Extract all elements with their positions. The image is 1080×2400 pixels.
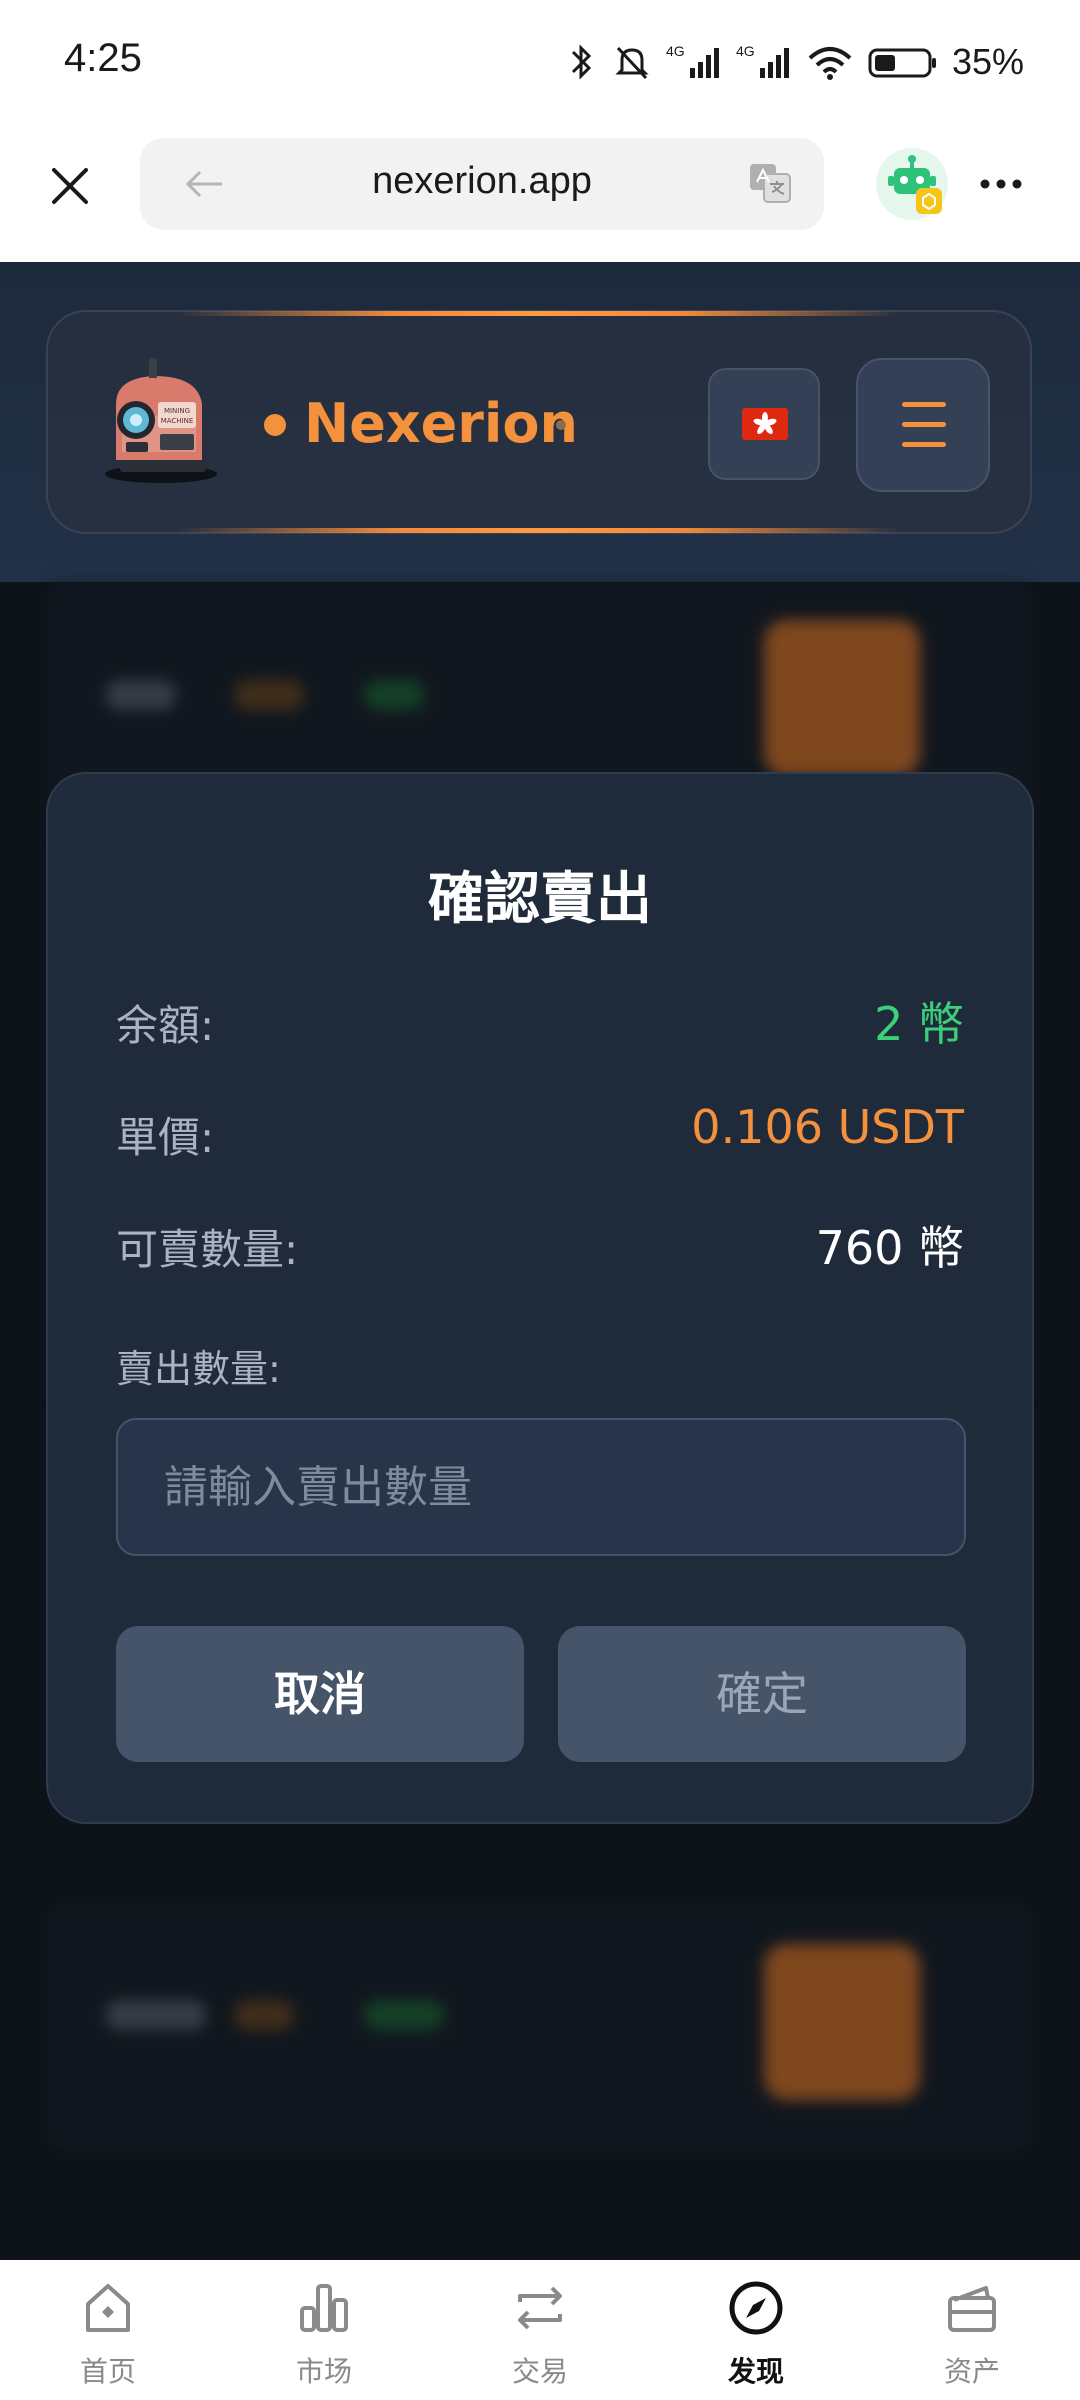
balance-row: 余額: 2 幣 (116, 984, 964, 1051)
quantity-label: 賣出數量: (116, 1347, 281, 1391)
svg-text:MACHINE: MACHINE (161, 417, 194, 425)
brand-dot (264, 414, 286, 436)
compass-icon (729, 2281, 783, 2335)
nav-label: 首页 (79, 2355, 136, 2388)
battery-icon (868, 48, 936, 78)
bottom-nav: 首页 市场 交易 发现 资产 (0, 2260, 1080, 2400)
dialog-title: 確認賣出 (428, 867, 652, 932)
network-label-1: 4G (666, 43, 685, 59)
logo-mining-machine[interactable]: MINING MACHINE (94, 356, 228, 486)
price-row: 單價: 0.106 USDT (116, 1096, 964, 1162)
brand-name: Nexerion (304, 392, 578, 455)
status-icons: 4G 4G 35% (564, 38, 1024, 86)
more-icon[interactable] (978, 164, 1024, 204)
extension-robot-icon[interactable] (876, 148, 948, 220)
price-label: 單價: (116, 1113, 215, 1162)
hong-kong-flag-icon (742, 408, 788, 440)
balance-label: 余額: (116, 1001, 215, 1050)
logo-text: MINING (164, 407, 190, 415)
sellable-label: 可賣數量: (116, 1225, 299, 1274)
balance-value: 2 幣 (874, 997, 964, 1051)
header-card: MINING MACHINE Nexerion (46, 310, 1032, 534)
network-label-2: 4G (736, 43, 755, 59)
nav-item-trade[interactable]: 交易 (432, 2260, 648, 2400)
brand-dot-small (556, 420, 566, 430)
nav-label: 市场 (295, 2355, 352, 2388)
status-bar: 4:25 4G 4G 35% (0, 0, 1080, 120)
site-header: MINING MACHINE Nexerion (0, 262, 1080, 582)
web-content: MINING MACHINE Nexerion 確認賣出 余額: 2 幣 單價:… (0, 262, 1080, 2260)
browser-bar: nexerion.app (0, 120, 1080, 262)
market-icon (300, 2284, 348, 2332)
url-text: nexerion.app (372, 160, 592, 202)
close-icon[interactable] (40, 156, 100, 216)
wallet-icon (948, 2286, 996, 2332)
signal-icon-1: 4G (666, 43, 719, 78)
nav-label: 发现 (727, 2355, 784, 2388)
nav-label: 交易 (511, 2355, 568, 2388)
nav-item-home[interactable]: 首页 (0, 2260, 216, 2400)
hamburger-icon (902, 402, 946, 407)
nav-item-discover[interactable]: 发现 (648, 2260, 864, 2400)
sellable-row: 可賣數量: 760 幣 (116, 1208, 964, 1275)
language-button[interactable] (708, 368, 820, 480)
confirm-sell-dialog: 確認賣出 余額: 2 幣 單價: 0.106 USDT 可賣數量: 760 幣 … (46, 772, 1034, 1824)
translate-icon[interactable] (748, 160, 794, 206)
nav-item-assets[interactable]: 资产 (864, 2260, 1080, 2400)
status-time: 4:25 (64, 36, 142, 80)
signal-icon-2: 4G (736, 43, 789, 78)
nav-item-market[interactable]: 市场 (216, 2260, 432, 2400)
header-glow-bottom (178, 528, 900, 533)
mute-bell-icon (615, 46, 649, 80)
nav-label: 资产 (943, 2355, 1000, 2388)
home-icon (86, 2284, 130, 2332)
trade-icon (518, 2286, 562, 2330)
header-glow-top (178, 311, 900, 316)
sellable-value: 760 幣 (815, 1221, 964, 1275)
menu-button[interactable] (856, 358, 990, 492)
cancel-button[interactable]: 取消 (116, 1626, 524, 1762)
confirm-button[interactable]: 確定 (558, 1626, 966, 1762)
quantity-input[interactable] (116, 1418, 966, 1556)
price-value: 0.106 USDT (691, 1100, 964, 1154)
battery-percent: 35% (951, 41, 1024, 82)
wifi-icon (808, 47, 852, 80)
bluetooth-icon (571, 44, 592, 80)
url-bar[interactable]: nexerion.app (140, 138, 824, 230)
